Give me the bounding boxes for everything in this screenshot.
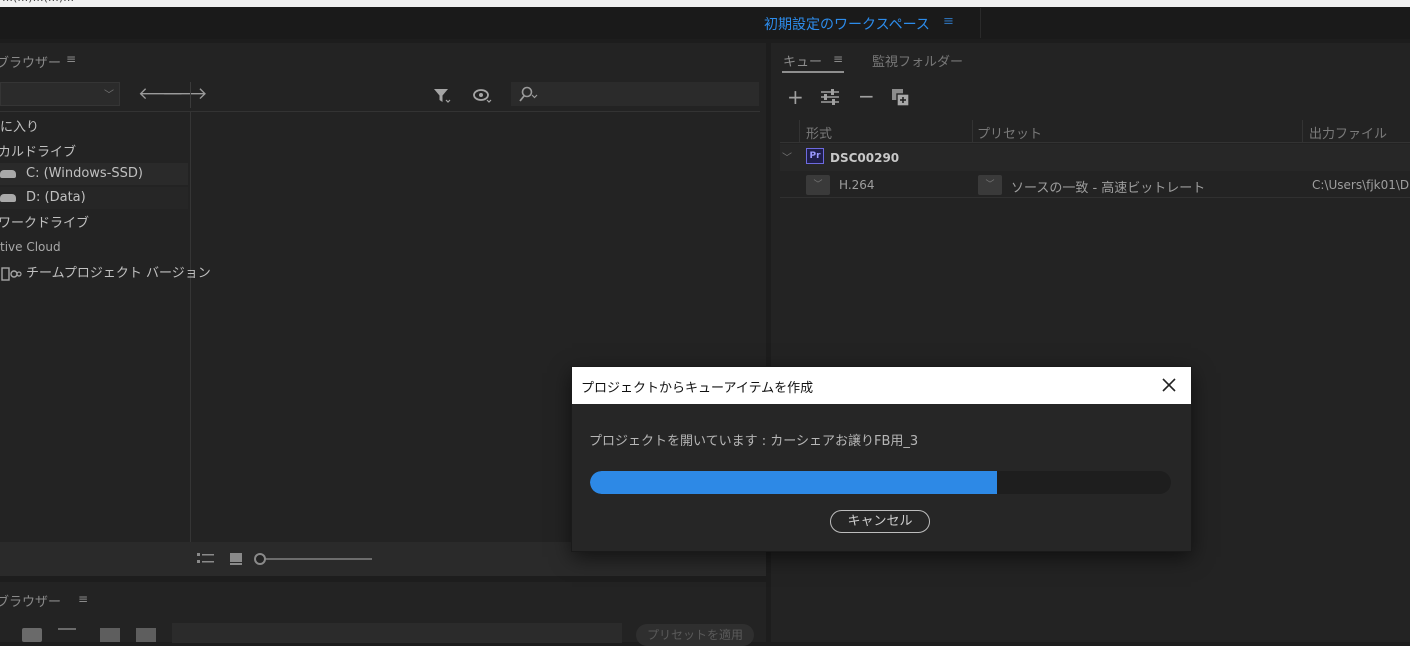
premiere-pro-icon: Pr: [806, 148, 824, 164]
search-icon: [519, 86, 538, 102]
thumbnail-view-icon[interactable]: [228, 551, 246, 567]
window-title-strip: …(…)…(…)…: [0, 0, 1410, 7]
chevron-down-icon[interactable]: ﹀: [782, 149, 792, 164]
tree-item-local-drives[interactable]: カルドライブ: [0, 141, 76, 160]
queue-group-name: DSC00290: [830, 151, 900, 165]
duplicate-icon[interactable]: [890, 87, 912, 107]
queue-menu-icon[interactable]: ≡: [833, 52, 843, 66]
column-separator: [972, 120, 973, 142]
format-dropdown[interactable]: ﹀: [806, 175, 830, 195]
column-output-file[interactable]: 出力ファイル: [1309, 123, 1387, 142]
queue-item-format[interactable]: H.264: [839, 178, 875, 192]
preset-dropdown[interactable]: ﹀: [978, 175, 1002, 195]
tree-item-creative-cloud[interactable]: tive Cloud: [0, 240, 61, 254]
folder-icon[interactable]: [22, 628, 42, 642]
settings-sliders-icon[interactable]: [58, 628, 76, 642]
eye-icon[interactable]: [472, 87, 494, 105]
cancel-button[interactable]: キャンセル: [830, 510, 930, 533]
import-preset-icon[interactable]: [100, 628, 120, 642]
remove-icon[interactable]: −: [858, 84, 875, 108]
column-separator: [1302, 120, 1303, 142]
apply-preset-button[interactable]: プリセットを適用: [636, 624, 754, 646]
filter-icon[interactable]: [432, 86, 452, 106]
export-preset-icon[interactable]: [136, 628, 156, 642]
column-preset[interactable]: プリセット: [977, 123, 1042, 142]
tree-item-team-project-versions[interactable]: チームプロジェクト バージョン: [0, 262, 211, 282]
tab-watch-folders[interactable]: 監視フォルダー: [872, 51, 963, 70]
chevron-down-icon: ﹀: [104, 90, 114, 101]
workspace-menu-icon[interactable]: ≡: [943, 14, 954, 29]
column-separator: [799, 120, 800, 142]
toolbar-divider: [190, 82, 191, 108]
tree-item-label: チームプロジェクト バージョン: [26, 266, 211, 281]
queue-item-output-path[interactable]: C:\Users\fjk01\D: [1312, 178, 1409, 192]
progress-bar-fill: [590, 471, 997, 494]
divider: [190, 112, 191, 542]
window-title-fragment: …(…)…(…)…: [2, 0, 74, 4]
dialog-status-message: プロジェクトを開いています : カーシェアお譲りFB用_3: [589, 434, 919, 449]
dialog-title: プロジェクトからキューアイテムを作成: [581, 381, 814, 396]
tree-item-drive-c[interactable]: C: (Windows-SSD): [0, 166, 143, 181]
settings-sliders-icon[interactable]: [819, 88, 841, 106]
divider: [0, 111, 760, 112]
drive-icon: [0, 169, 16, 178]
media-browser-location-dropdown[interactable]: [0, 82, 120, 106]
media-browser-menu-icon[interactable]: ≡: [66, 52, 76, 66]
tree-item-label: D: (Data): [26, 190, 86, 205]
tree-item-favorites[interactable]: に入り: [0, 116, 39, 135]
workspace-divider: [980, 8, 981, 38]
close-icon[interactable]: [1159, 373, 1179, 397]
add-icon[interactable]: +: [787, 85, 804, 109]
preset-browser-menu-icon[interactable]: ≡: [78, 592, 88, 606]
drive-icon: [0, 193, 16, 202]
workspace-title[interactable]: 初期設定のワークスペース: [764, 14, 930, 34]
list-view-icon[interactable]: [196, 551, 218, 567]
tree-item-drive-d[interactable]: D: (Data): [0, 190, 86, 205]
preset-browser-title: ブラウザー: [0, 595, 62, 610]
forward-arrow-icon[interactable]: 🡒: [162, 84, 208, 104]
queue-item-preset[interactable]: ソースの一致 - 高速ビットレート: [1011, 177, 1205, 196]
preset-search-input[interactable]: [172, 623, 622, 643]
active-tab-indicator: [782, 71, 844, 73]
workspace-bar: [0, 7, 1410, 39]
tree-item-network-drives[interactable]: ワークドライブ: [0, 212, 89, 231]
tree-item-label: C: (Windows-SSD): [26, 166, 143, 181]
media-browser-search-input[interactable]: [511, 82, 759, 106]
team-project-icon: [1, 266, 22, 281]
column-format[interactable]: 形式: [806, 123, 832, 142]
progress-bar: [590, 471, 1171, 494]
tab-queue[interactable]: キュー: [783, 51, 822, 70]
zoom-slider[interactable]: [252, 551, 376, 567]
media-browser-title: ブラウザー: [0, 56, 62, 71]
